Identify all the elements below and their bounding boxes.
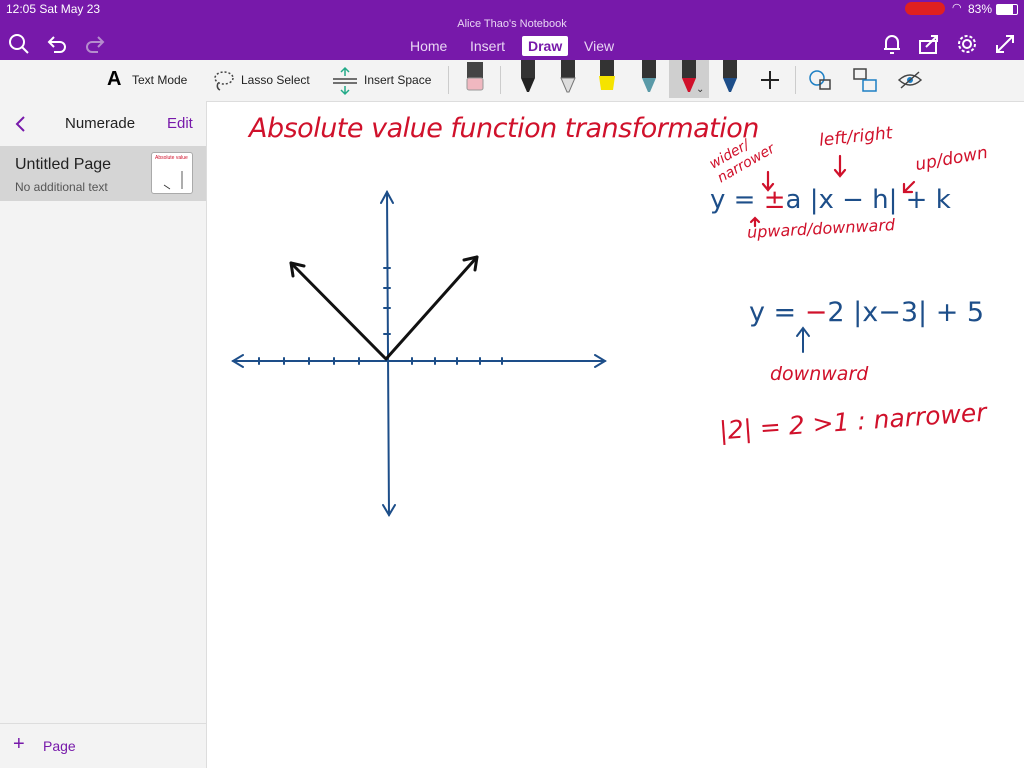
page-item-title: Untitled Page <box>15 156 112 173</box>
page-item-subtitle: No additional text <box>15 180 108 194</box>
app-header: 12:05 Sat May 23 ◠ 83% Alice Thao's Note… <box>0 0 1024 60</box>
thumbnail-sketch <box>163 171 183 190</box>
general-formula-rest: a |x − h| + k <box>785 185 951 215</box>
record-indicator-icon <box>905 2 945 15</box>
note-title: Absolute value function transformation <box>249 113 759 144</box>
page-thumbnail: Absolute value <box>151 152 193 194</box>
tab-draw[interactable]: Draw <box>522 36 569 56</box>
label-downward: downward <box>770 363 869 385</box>
insert-space-button[interactable]: Insert Space <box>364 73 431 87</box>
general-formula: y = ±a |x − h| + k <box>710 185 951 215</box>
yellow-highlighter-icon[interactable] <box>594 60 620 96</box>
battery-icon <box>996 4 1018 15</box>
bell-icon[interactable] <box>882 33 902 55</box>
pages-sidebar: Numerade Edit Untitled Page No additiona… <box>0 101 207 768</box>
undo-icon[interactable] <box>46 34 68 54</box>
general-formula-sign: ± <box>763 185 786 215</box>
back-icon[interactable] <box>14 114 28 134</box>
draw-toolbar: A Text Mode Lasso Select Insert Space ⌄ <box>0 60 1024 102</box>
thumbnail-text: Absolute value <box>155 155 188 161</box>
share-icon[interactable] <box>918 33 940 55</box>
teal-pen-icon[interactable] <box>636 60 662 96</box>
general-formula-prefix: y = <box>710 185 764 215</box>
tab-insert[interactable]: Insert <box>470 38 505 54</box>
sidebar-footer-divider <box>0 723 206 724</box>
expand-icon[interactable] <box>994 33 1016 55</box>
redo-icon[interactable] <box>84 34 106 54</box>
gray-pen-icon[interactable] <box>555 60 581 96</box>
view-ink-icon[interactable] <box>897 68 923 92</box>
gear-icon[interactable] <box>956 33 978 55</box>
lasso-select-button[interactable]: Lasso Select <box>241 73 310 87</box>
battery-level: 83% <box>968 2 993 16</box>
search-icon[interactable] <box>8 33 30 55</box>
window-title: Alice Thao's Notebook <box>457 18 567 30</box>
note-canvas[interactable]: Absolute value function transformation w… <box>207 101 1024 768</box>
tab-home[interactable]: Home <box>410 38 447 54</box>
insert-space-icon[interactable] <box>333 66 357 96</box>
edit-button[interactable]: Edit <box>167 115 193 132</box>
status-time: 12:05 Sat May 23 <box>6 2 101 16</box>
text-mode-button[interactable]: Text Mode <box>132 73 187 87</box>
black-pen-icon[interactable] <box>515 60 541 96</box>
lasso-icon[interactable] <box>212 68 236 92</box>
page-list-item[interactable]: Untitled Page No additional text Absolut… <box>0 146 206 201</box>
toolbar-divider <box>448 66 449 94</box>
example-formula-prefix: y = <box>749 297 805 328</box>
toolbar-divider <box>500 66 501 94</box>
ink-to-text-icon[interactable] <box>851 66 879 94</box>
blue-pen-icon[interactable] <box>717 60 743 96</box>
wifi-icon: ◠ <box>952 2 962 14</box>
add-page-icon[interactable]: + <box>13 733 25 756</box>
add-page-button[interactable]: Page <box>43 738 76 754</box>
ink-to-shape-icon[interactable] <box>808 68 834 92</box>
chevron-down-icon[interactable]: ⌄ <box>696 84 704 95</box>
section-title: Numerade <box>65 115 136 132</box>
example-formula: y = −2 |x−3| + 5 <box>749 297 984 328</box>
eraser-icon[interactable] <box>462 62 488 98</box>
text-mode-icon[interactable]: A <box>107 68 121 91</box>
example-formula-rest: 2 |x−3| + 5 <box>827 297 985 328</box>
tab-view[interactable]: View <box>584 38 614 54</box>
toolbar-divider <box>795 66 796 94</box>
example-formula-sign: − <box>804 297 828 328</box>
add-pen-icon[interactable] <box>759 69 781 91</box>
coordinate-axes <box>231 189 607 517</box>
